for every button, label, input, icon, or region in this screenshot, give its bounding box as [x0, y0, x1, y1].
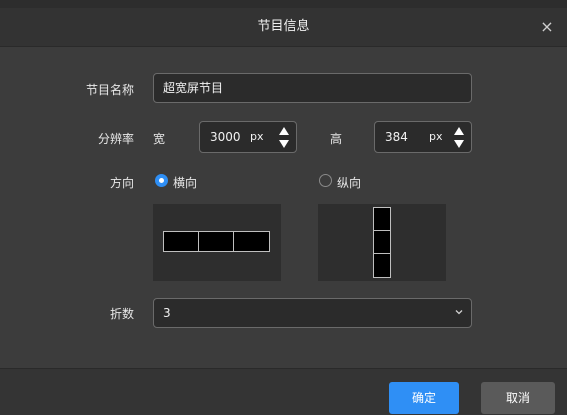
resolution-label: 分辨率	[97, 132, 134, 146]
height-unit: px	[429, 130, 443, 143]
vertical-fold-segment	[373, 207, 391, 232]
vertical-preview[interactable]	[318, 204, 446, 281]
folds-select[interactable]: 3	[153, 298, 472, 328]
height-increment-icon[interactable]	[454, 127, 464, 135]
close-icon[interactable]: ×	[537, 17, 557, 37]
horizontal-fold-segment	[233, 231, 270, 252]
vertical-fold-segment	[373, 230, 391, 255]
program-name-value: 超宽屏节目	[163, 81, 224, 95]
height-decrement-icon[interactable]	[454, 140, 464, 148]
vertical-radio-label[interactable]: 纵向	[337, 174, 377, 191]
width-increment-icon[interactable]	[279, 127, 289, 135]
height-label: 高	[330, 132, 343, 146]
vertical-radio[interactable]	[319, 174, 332, 187]
folds-value: 3	[163, 306, 171, 320]
horizontal-fold-segment	[198, 231, 235, 252]
horizontal-preview[interactable]	[153, 204, 281, 281]
height-stepper[interactable]	[453, 126, 465, 150]
width-value: 3000	[210, 130, 241, 144]
dialog-footer: 确定 取消	[0, 368, 567, 415]
program-name-input[interactable]: 超宽屏节目	[153, 73, 472, 103]
horizontal-fold-segment	[163, 231, 200, 252]
dialog-title: 节目信息	[257, 19, 310, 34]
vertical-fold-segment	[373, 253, 391, 278]
chevron-down-icon	[455, 310, 463, 315]
width-spinbox[interactable]: 3000 px	[199, 121, 297, 153]
program-info-dialog: 节目信息 × 节目名称 超宽屏节目 分辨率 宽 3000 px 高 384 px…	[0, 0, 567, 415]
direction-label: 方向	[109, 176, 134, 190]
horizontal-radio[interactable]	[155, 174, 168, 187]
cancel-button[interactable]: 取消	[481, 382, 555, 414]
width-stepper[interactable]	[278, 126, 290, 150]
width-label: 宽	[153, 132, 166, 146]
folds-label: 折数	[109, 307, 134, 321]
dialog-titlebar: 节目信息 ×	[0, 8, 567, 47]
height-value: 384	[385, 130, 408, 144]
width-decrement-icon[interactable]	[279, 140, 289, 148]
program-name-label: 节目名称	[85, 83, 134, 97]
horizontal-radio-label[interactable]: 横向	[173, 174, 213, 191]
ok-button[interactable]: 确定	[389, 382, 459, 414]
height-spinbox[interactable]: 384 px	[374, 121, 472, 153]
width-unit: px	[250, 130, 264, 143]
window-top-strip	[0, 0, 567, 8]
